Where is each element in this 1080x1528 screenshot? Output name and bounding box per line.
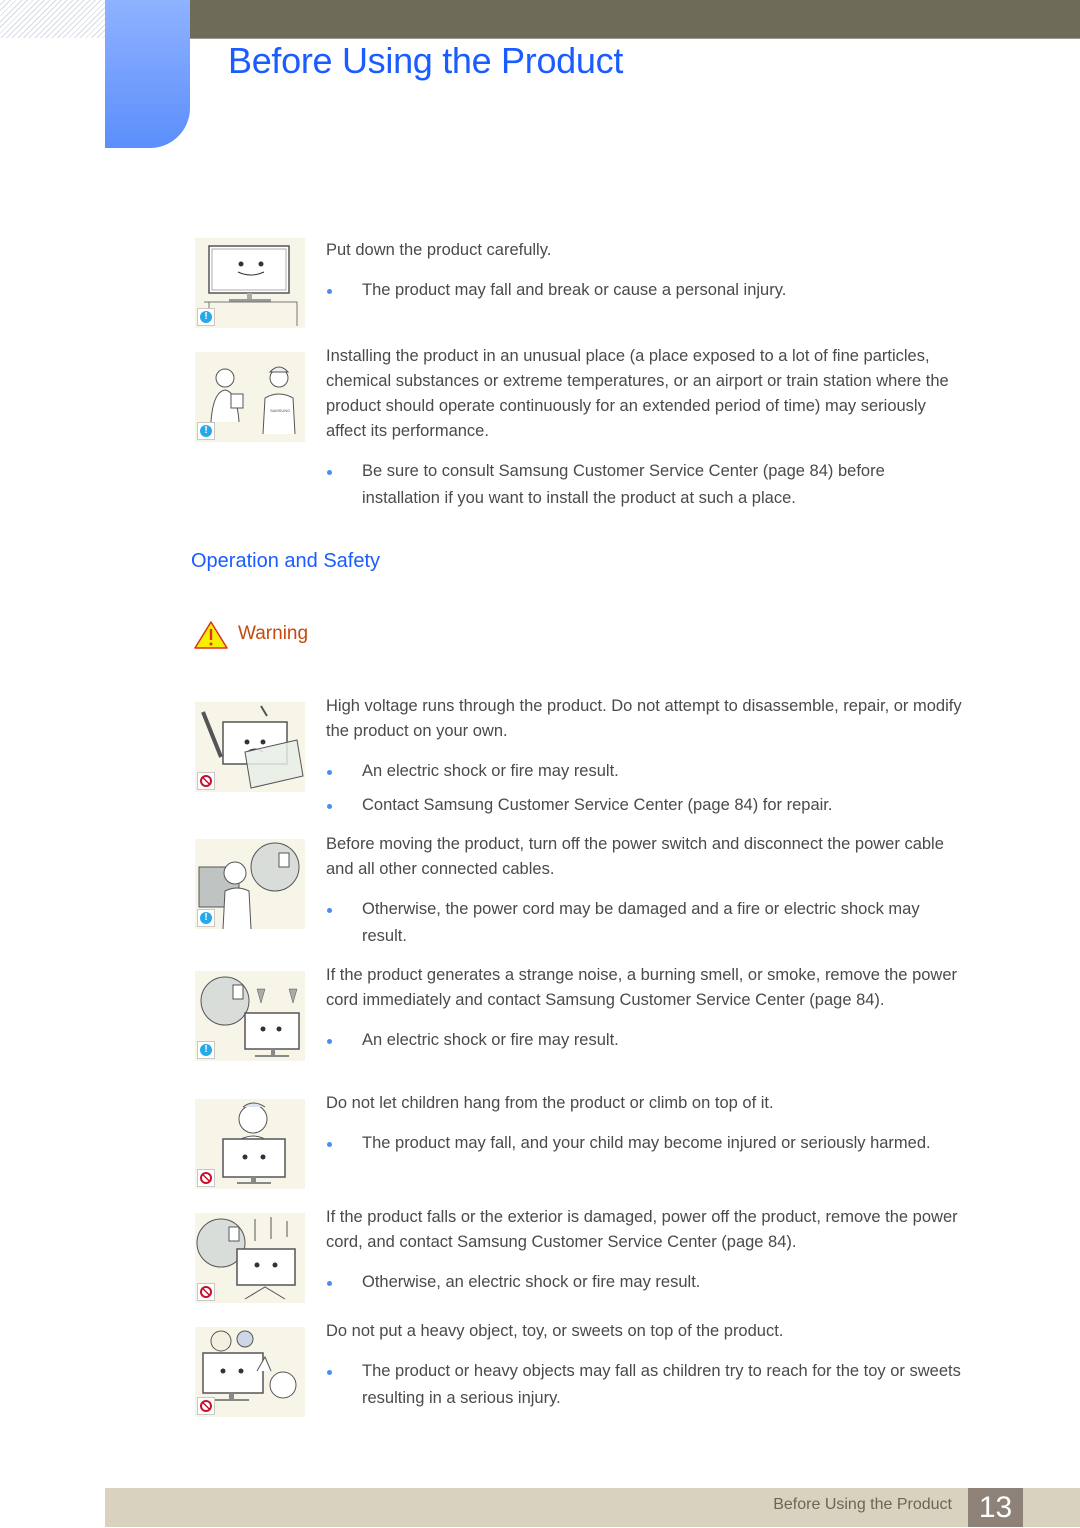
bullet-item: Be sure to consult Samsung Customer Serv… [326,458,966,512]
bullet-item: Otherwise, an electric shock or fire may… [326,1269,966,1296]
warning-block: Do not put a heavy object, toy, or sweet… [195,1319,965,1429]
unplugging-before-moving-illustration [195,839,305,929]
instruction-text: If the product falls or the exterior is … [326,1208,958,1251]
warning-text: Warning [238,623,309,644]
bullet-item: Otherwise, the power cord may be damaged… [326,896,966,950]
bullet-item: The product may fall, and your child may… [326,1130,966,1157]
instruction-text: Do not let children hang from the produc… [326,1094,774,1112]
warning-block: Do not let children hang from the produc… [195,1091,965,1196]
info-icon [197,308,215,326]
warning-block: High voltage runs through the product. D… [195,694,965,824]
section-heading: Operation and Safety [191,550,381,572]
toys-on-monitor-illustration [195,1327,305,1417]
instruction-text: Put down the product carefully. [326,241,552,259]
warning-block: If the product falls or the exterior is … [195,1205,965,1310]
prohibited-icon [197,1283,215,1301]
caution-block: SAMSUNG Installing the product in an unu… [195,344,965,514]
bullet-item: An electric shock or fire may result. [326,1027,966,1054]
warning-triangle-icon [194,621,228,649]
fallen-monitor-illustration [195,1213,305,1303]
caution-block: Put down the product carefully. The prod… [195,238,965,328]
prohibited-icon [197,1169,215,1187]
info-icon [197,422,215,440]
instruction-text: If the product generates a strange noise… [326,966,958,1009]
svg-text:SAMSUNG: SAMSUNG [270,408,290,413]
bullet-item: The product or heavy objects may fall as… [326,1358,966,1412]
instruction-text: High voltage runs through the product. D… [326,697,962,740]
caution-block: If the product generates a strange noise… [195,963,965,1088]
prohibited-icon [197,772,215,790]
page-title: Before Using the Product [228,40,624,81]
header-blue-tab [105,0,190,148]
footer-section-label: Before Using the Product [773,1496,952,1513]
info-icon [197,1041,215,1059]
page-footer: Before Using the Product 13 [105,1488,1080,1527]
caution-block: Before moving the product, turn off the … [195,832,965,957]
header-bar [190,0,1080,39]
instruction-text: Before moving the product, turn off the … [326,835,944,878]
bullet-item: Contact Samsung Customer Service Center … [326,792,966,819]
smoke-unplug-illustration [195,971,305,1061]
disassembling-monitor-illustration [195,702,305,792]
page-number: 13 [968,1488,1023,1527]
child-climbing-monitor-illustration [195,1099,305,1189]
instruction-text: Do not put a heavy object, toy, or sweet… [326,1322,784,1340]
instruction-text: Installing the product in an unusual pla… [326,347,949,440]
customer-calling-service-illustration: SAMSUNG [195,352,305,442]
prohibited-icon [197,1397,215,1415]
monitor-on-stand-illustration [195,238,305,328]
bullet-item: The product may fall and break or cause … [326,277,966,304]
header-hatch-decoration [0,0,105,38]
bullet-item: An electric shock or fire may result. [326,758,966,785]
info-icon [197,909,215,927]
